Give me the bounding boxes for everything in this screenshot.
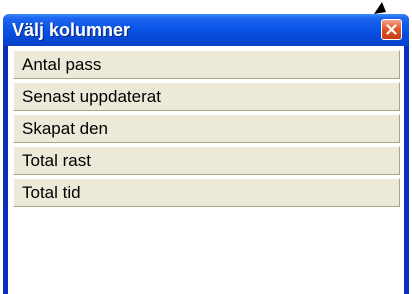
column-item-antal-pass[interactable]: Antal pass [13, 50, 400, 79]
column-list: Antal pass Senast uppdaterat Skapat den … [8, 46, 404, 294]
dialog-title: Välj kolumner [12, 20, 131, 40]
arrow-pointer-icon [374, 2, 386, 14]
column-item-total-rast[interactable]: Total rast [13, 146, 400, 175]
column-chooser-dialog: Välj kolumner Antal pass Senast uppdater… [3, 14, 409, 294]
column-item-total-tid[interactable]: Total tid [13, 178, 400, 207]
column-item-senast-uppdaterat[interactable]: Senast uppdaterat [13, 82, 400, 111]
close-icon [386, 24, 397, 35]
title-bar[interactable]: Välj kolumner [3, 14, 409, 46]
close-button[interactable] [381, 19, 402, 40]
column-item-skapat-den[interactable]: Skapat den [13, 114, 400, 143]
